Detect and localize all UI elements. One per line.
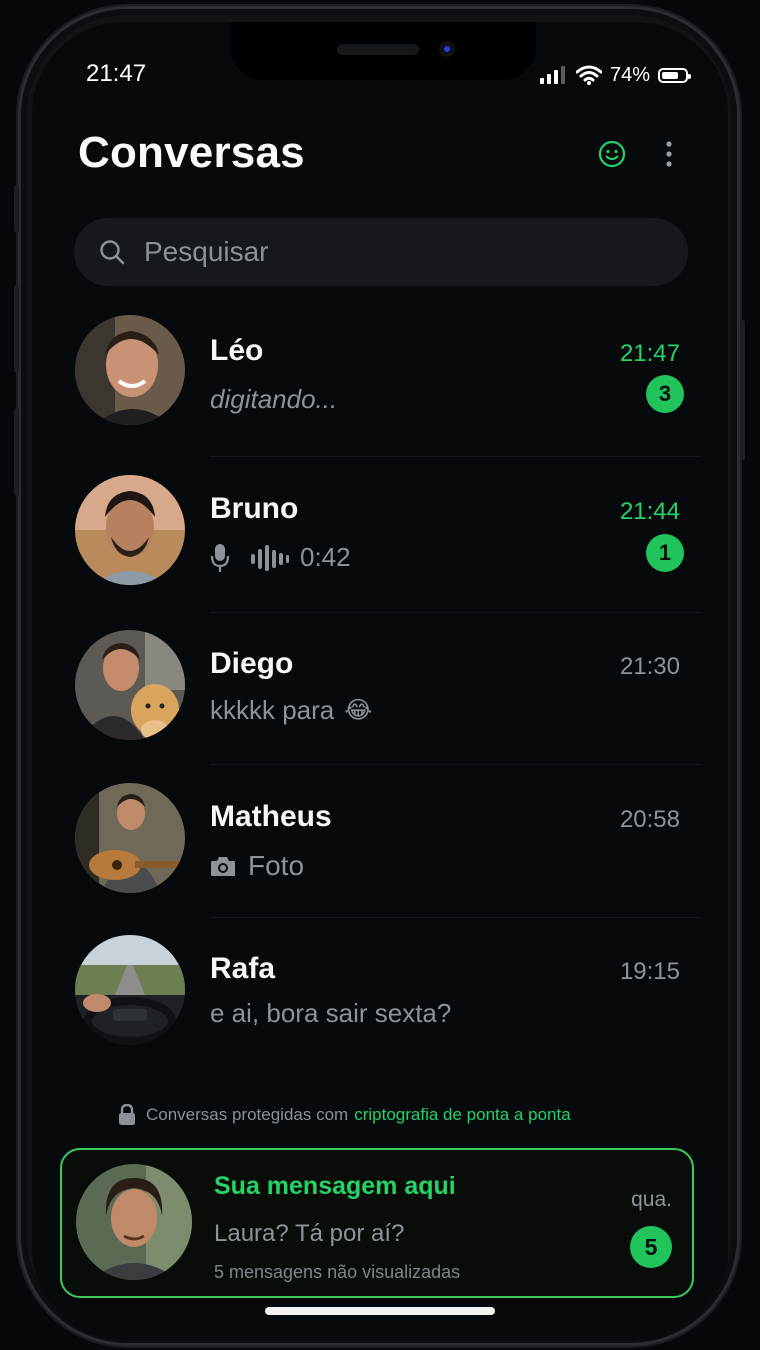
mute-switch [14, 185, 19, 233]
unread-badge: 3 [646, 375, 684, 413]
message-text: Foto [248, 850, 305, 881]
message-time: 20:58 [619, 806, 680, 833]
search-bar[interactable] [74, 218, 688, 286]
contact-name: Léo [210, 334, 264, 367]
search-input[interactable] [142, 235, 626, 269]
unread-badge: 1 [646, 534, 684, 572]
speaker [337, 44, 419, 55]
encryption-notice: Conversas protegidas com criptografia de… [118, 1104, 571, 1126]
contact-name: Bruno [210, 492, 299, 525]
status-icons: 74% [540, 62, 692, 88]
encryption-text: Conversas protegidas com [146, 1105, 349, 1124]
message-preview: kkkkk para 😂 [210, 695, 372, 726]
divider [210, 456, 700, 457]
page-title: Conversas [78, 128, 305, 177]
status-time: 21:47 [86, 60, 147, 87]
wifi-icon [576, 65, 602, 85]
cellular-signal-icon [540, 66, 565, 84]
tears-of-joy-emoji: 😂 [344, 697, 373, 724]
avatar [75, 630, 185, 740]
photo-message-preview: Foto [210, 850, 304, 882]
message-preview: e ai, bora sair sexta? [210, 998, 452, 1028]
avatar [75, 315, 185, 425]
encryption-link[interactable]: criptografia de ponta a ponta [354, 1105, 570, 1125]
chat-item-leo[interactable]: Léo digitando... 21:47 3 [60, 298, 700, 448]
chat-item-bruno[interactable]: Bruno 0:42 21:44 1 [60, 458, 700, 608]
divider [210, 764, 700, 765]
contact-name: Rafa [210, 952, 276, 985]
chat-item-rafa[interactable]: Rafa e ai, bora sair sexta? 19:15 [60, 918, 700, 1068]
smiley-icon[interactable] [598, 140, 626, 168]
highlighted-chat-card[interactable]: Sua mensagem aqui Laura? Tá por aí? 5 me… [60, 1148, 694, 1298]
power-button [740, 320, 745, 460]
chat-item-diego[interactable]: Diego kkkkk para 😂 21:30 [60, 613, 700, 763]
battery-level [662, 71, 679, 79]
lock-icon [119, 1104, 135, 1125]
message-time: 19:15 [619, 958, 680, 985]
volume-up-button [14, 285, 19, 373]
chat-item-matheus[interactable]: Matheus Foto 20:58 [60, 766, 700, 916]
contact-name: Diego [210, 647, 294, 680]
typing-indicator: digitando... [210, 384, 338, 414]
avatar [75, 783, 185, 893]
camera-icon [211, 857, 235, 876]
battery-icon [658, 67, 692, 83]
voice-duration: 0:42 [300, 542, 351, 572]
avatar [76, 1164, 192, 1280]
microphone-icon [210, 543, 230, 572]
unread-count-text: 5 mensagens não visualizadas [214, 1262, 461, 1282]
message-time: 21:44 [619, 498, 680, 525]
unread-badge: 5 [630, 1226, 672, 1268]
search-icon [100, 240, 125, 265]
volume-down-button [14, 408, 19, 496]
message-time: 21:30 [619, 653, 680, 680]
contact-name: Matheus [210, 800, 332, 833]
highlighted-title: Sua mensagem aqui [214, 1172, 456, 1200]
message-time: 21:47 [619, 340, 680, 367]
home-indicator[interactable] [265, 1307, 495, 1315]
voice-message-preview: 0:42 [210, 542, 351, 573]
avatar [75, 475, 185, 585]
message-text: kkkkk para [210, 695, 335, 725]
kebab-menu-icon[interactable] [664, 140, 674, 168]
battery-percentage: 74% [610, 63, 651, 86]
message-time: qua. [631, 1188, 672, 1211]
front-camera [439, 41, 455, 57]
highlighted-message: Laura? Tá por aí? [214, 1220, 405, 1247]
waveform-icon [251, 544, 289, 571]
avatar [75, 935, 185, 1045]
